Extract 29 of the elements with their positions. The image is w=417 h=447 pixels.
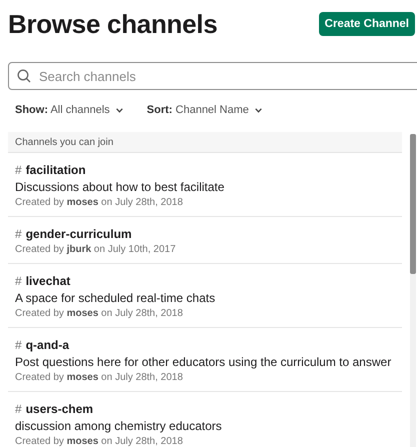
channel-description: Post questions here for other educators using the curriculum to answer bbox=[15, 355, 392, 369]
channel-name[interactable]: livechat bbox=[26, 274, 70, 288]
hash-symbol: # bbox=[15, 338, 22, 352]
channel-created-info: Created by moses on July 28th, 2018 bbox=[15, 197, 184, 208]
hash-symbol: # bbox=[15, 402, 22, 416]
scrollbar[interactable] bbox=[410, 134, 416, 447]
search-field[interactable]: Search channels bbox=[8, 62, 417, 90]
caret-icon bbox=[254, 108, 262, 112]
caret-icon bbox=[116, 108, 123, 112]
create-channel-button[interactable]: Create Channel bbox=[318, 12, 415, 36]
section-header: Channels you can join bbox=[8, 132, 402, 153]
channel-description: A space for scheduled real-time chats bbox=[15, 291, 216, 305]
channel-description: discussion among chemistry educators bbox=[15, 419, 223, 433]
channel-name[interactable]: q-and-a bbox=[26, 338, 70, 352]
channel-created-info: Created by moses on July 28th, 2018 bbox=[15, 436, 184, 447]
channel-created-info: Created by jburk on July 10th, 2017 bbox=[15, 244, 177, 255]
channel-name[interactable]: users-chem bbox=[26, 402, 94, 416]
channel-name[interactable]: facilitation bbox=[26, 163, 86, 177]
search-icon bbox=[17, 69, 31, 83]
channel-created-info: Created by moses on July 28th, 2018 bbox=[15, 308, 184, 319]
page-title: Browse channels bbox=[8, 8, 218, 40]
hash-symbol: # bbox=[15, 227, 22, 241]
filter-dropdown[interactable]: Sort: Channel Name bbox=[146, 102, 262, 118]
hash-symbol: # bbox=[15, 274, 22, 288]
channel-name[interactable]: gender-curriculum bbox=[26, 227, 132, 241]
filter-dropdown[interactable]: Show: All channels bbox=[15, 102, 123, 118]
channel-description: Discussions about how to best facilitate bbox=[15, 180, 226, 194]
hash-symbol: # bbox=[15, 163, 22, 177]
channel-created-info: Created by moses on July 28th, 2018 bbox=[15, 372, 184, 383]
